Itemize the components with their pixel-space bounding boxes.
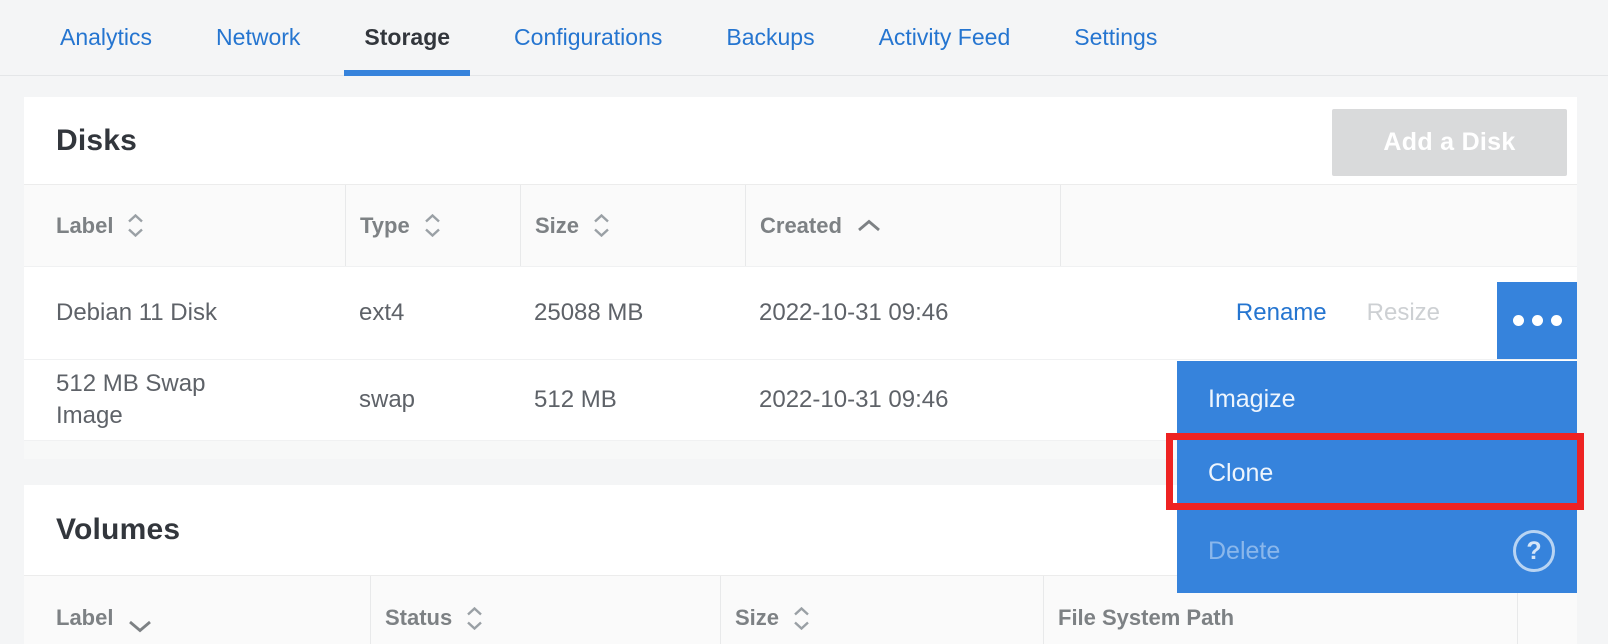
- column-label-text: File System Path: [1058, 605, 1234, 631]
- menu-item-delete-label: Delete: [1208, 537, 1280, 566]
- menu-item-delete[interactable]: Delete ?: [1177, 509, 1577, 593]
- tab-configurations[interactable]: Configurations: [494, 0, 682, 75]
- help-icon[interactable]: ?: [1513, 530, 1555, 572]
- sort-both-icon: [127, 214, 144, 237]
- column-label-text: Created: [760, 213, 842, 239]
- disk-label-cell: Debian 11 Disk: [24, 267, 345, 359]
- menu-item-clone[interactable]: Clone: [1177, 437, 1577, 509]
- disk-type-cell: swap: [345, 360, 520, 440]
- disk-label-cell: 512 MB Swap Image: [24, 360, 345, 440]
- disk-row-debian: Debian 11 Disk ext4 25088 MB 2022-10-31 …: [24, 266, 1577, 359]
- column-label-text: Status: [385, 605, 452, 631]
- linode-detail-tab-bar: Analytics Network Storage Configurations…: [0, 0, 1608, 76]
- column-label-text: Label: [56, 213, 113, 239]
- disk-action-menu: Imagize Clone Delete ?: [1177, 361, 1577, 593]
- disk-actions-ellipsis-button[interactable]: [1497, 282, 1577, 359]
- volumes-title: Volumes: [56, 513, 180, 547]
- column-label-text: Size: [535, 213, 579, 239]
- disk-size-cell: 512 MB: [520, 360, 745, 440]
- column-label-text: Label: [56, 605, 113, 631]
- sort-both-icon: [466, 607, 483, 630]
- ellipsis-dot: [1532, 315, 1543, 326]
- column-label-text: Type: [360, 213, 410, 239]
- disk-size-cell: 25088 MB: [520, 267, 745, 359]
- disks-column-header-label[interactable]: Label: [24, 185, 345, 266]
- tab-activity-feed[interactable]: Activity Feed: [859, 0, 1031, 75]
- disks-section-header: Disks Add a Disk: [24, 97, 1577, 184]
- disks-column-header-size[interactable]: Size: [520, 185, 745, 266]
- volumes-column-header-status[interactable]: Status: [370, 576, 720, 644]
- tab-settings[interactable]: Settings: [1054, 0, 1177, 75]
- disk-type-cell: ext4: [345, 267, 520, 359]
- disks-column-header-actions: [1060, 185, 1577, 266]
- add-disk-button[interactable]: Add a Disk: [1332, 109, 1567, 176]
- volumes-column-header-size[interactable]: Size: [720, 576, 1043, 644]
- tab-storage[interactable]: Storage: [344, 0, 470, 75]
- disk-created-cell: 2022-10-31 09:46: [745, 360, 1060, 440]
- sort-both-icon: [793, 607, 810, 630]
- disk-row-actions: Rename Resize: [1236, 267, 1577, 359]
- sort-both-icon: [593, 214, 610, 237]
- tab-backups[interactable]: Backups: [706, 0, 834, 75]
- tab-analytics[interactable]: Analytics: [40, 0, 172, 75]
- disks-title: Disks: [56, 124, 137, 158]
- volumes-column-header-label[interactable]: Label: [24, 576, 370, 644]
- column-label-text: Size: [735, 605, 779, 631]
- disk-label-text: 512 MB Swap Image: [56, 368, 234, 431]
- disks-column-header-type[interactable]: Type: [345, 185, 520, 266]
- sort-ascending-icon: [856, 219, 882, 232]
- disk-created-cell: 2022-10-31 09:46: [745, 267, 1060, 359]
- ellipsis-dot: [1513, 315, 1524, 326]
- rename-link[interactable]: Rename: [1236, 299, 1327, 327]
- sort-both-icon: [424, 214, 441, 237]
- resize-link[interactable]: Resize: [1367, 299, 1440, 327]
- disks-table-header: Label Type Size Created: [24, 184, 1577, 266]
- tab-network[interactable]: Network: [196, 0, 320, 75]
- ellipsis-dot: [1551, 315, 1562, 326]
- sort-descending-icon: [127, 620, 153, 633]
- menu-item-imagize[interactable]: Imagize: [1177, 361, 1577, 437]
- disks-column-header-created[interactable]: Created: [745, 185, 1060, 266]
